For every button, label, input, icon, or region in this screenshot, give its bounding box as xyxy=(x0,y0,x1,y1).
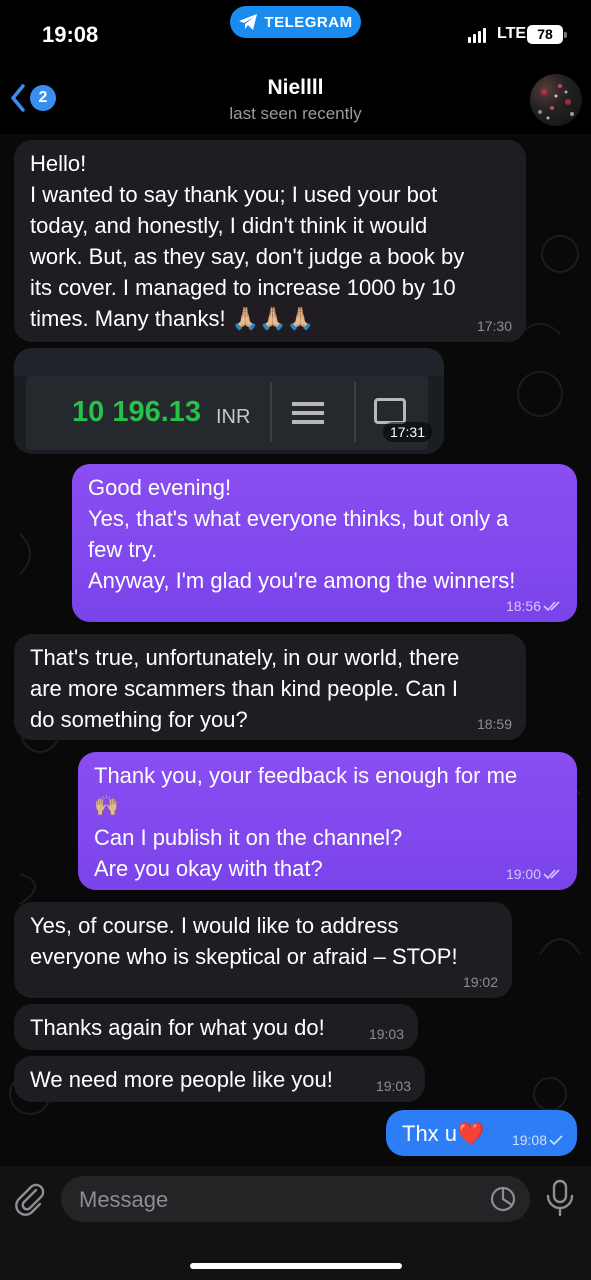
voice-record-button[interactable] xyxy=(545,1179,575,1222)
signal-icon xyxy=(468,28,486,43)
message-time: 17:31 xyxy=(382,422,432,442)
message-text: We need more people like you! xyxy=(30,1067,333,1092)
home-indicator xyxy=(190,1263,402,1269)
message-meta: 19:08 xyxy=(512,1132,563,1148)
message-text: Thank you, your feedback is enough for m… xyxy=(94,763,518,881)
network-type: LTE xyxy=(497,25,527,42)
telegram-pill[interactable]: TELEGRAM xyxy=(230,6,361,38)
chat-title[interactable]: Niellll xyxy=(0,76,591,100)
incoming-message[interactable]: Yes, of course. I would like to address … xyxy=(14,902,512,998)
chat-header: 2 Niellll last seen recently xyxy=(0,62,591,134)
message-time: 19:08 xyxy=(511,1132,547,1148)
message-time: 19:03 xyxy=(375,1078,411,1094)
balance-currency: INR xyxy=(216,406,251,428)
outgoing-message[interactable]: Thank you, your feedback is enough for m… xyxy=(78,752,577,890)
status-bar: 19:08 TELEGRAM LTE 78 xyxy=(0,0,591,62)
message-input[interactable]: Message xyxy=(61,1176,530,1222)
telegram-pill-label: TELEGRAM xyxy=(264,13,353,31)
message-text: Hello! I wanted to say thank you; I used… xyxy=(30,151,465,331)
microphone-icon xyxy=(546,1179,574,1217)
incoming-message[interactable]: We need more people like you! 19:03 xyxy=(14,1056,425,1102)
incoming-message[interactable]: Hello! I wanted to say thank you; I used… xyxy=(14,140,526,342)
sticker-icon xyxy=(490,1186,516,1212)
incoming-message[interactable]: Thanks again for what you do! 19:03 xyxy=(14,1004,418,1050)
check-icon xyxy=(549,1135,563,1146)
photo-message[interactable]: 10 196.13 INR 17:31 xyxy=(14,348,444,454)
message-time: 17:30 xyxy=(476,318,512,334)
message-time: 19:00 xyxy=(505,866,541,882)
message-text: Thanks again for what you do! xyxy=(30,1015,325,1040)
message-meta: 18:56 xyxy=(506,598,563,614)
incoming-message[interactable]: That's true, unfortunately, in our world… xyxy=(14,634,526,740)
outgoing-message[interactable]: Good evening! Yes, that's what everyone … xyxy=(72,464,577,622)
balance-amount: 10 196.13 xyxy=(72,396,202,428)
double-check-icon xyxy=(543,601,560,612)
message-list[interactable]: Hello! I wanted to say thank you; I used… xyxy=(0,134,591,1166)
telegram-icon xyxy=(239,14,258,30)
avatar[interactable] xyxy=(530,74,582,126)
menu-icon xyxy=(292,402,324,429)
message-text: Yes, of course. I would like to address … xyxy=(30,913,458,969)
status-time: 19:08 xyxy=(42,22,99,47)
chat-bubble-icon xyxy=(374,398,406,424)
message-time: 19:03 xyxy=(368,1026,404,1042)
sticker-button[interactable] xyxy=(490,1186,516,1217)
avatar-image xyxy=(538,84,574,120)
attach-button[interactable] xyxy=(14,1180,46,1221)
last-seen-status: last seen recently xyxy=(229,104,362,123)
message-time: 18:56 xyxy=(505,598,541,614)
message-meta: 19:00 xyxy=(506,866,563,882)
outgoing-message[interactable]: Thx u❤️ 19:08 xyxy=(386,1110,577,1156)
double-check-icon xyxy=(543,869,560,880)
composer: Message xyxy=(0,1166,591,1280)
message-time: 19:02 xyxy=(462,974,498,990)
message-placeholder: Message xyxy=(79,1187,169,1212)
message-text: Good evening! Yes, that's what everyone … xyxy=(88,475,516,593)
message-text: That's true, unfortunately, in our world… xyxy=(30,645,460,732)
battery-icon: 78 xyxy=(527,25,567,44)
message-time: 18:59 xyxy=(476,716,512,732)
paperclip-icon xyxy=(15,1183,45,1216)
